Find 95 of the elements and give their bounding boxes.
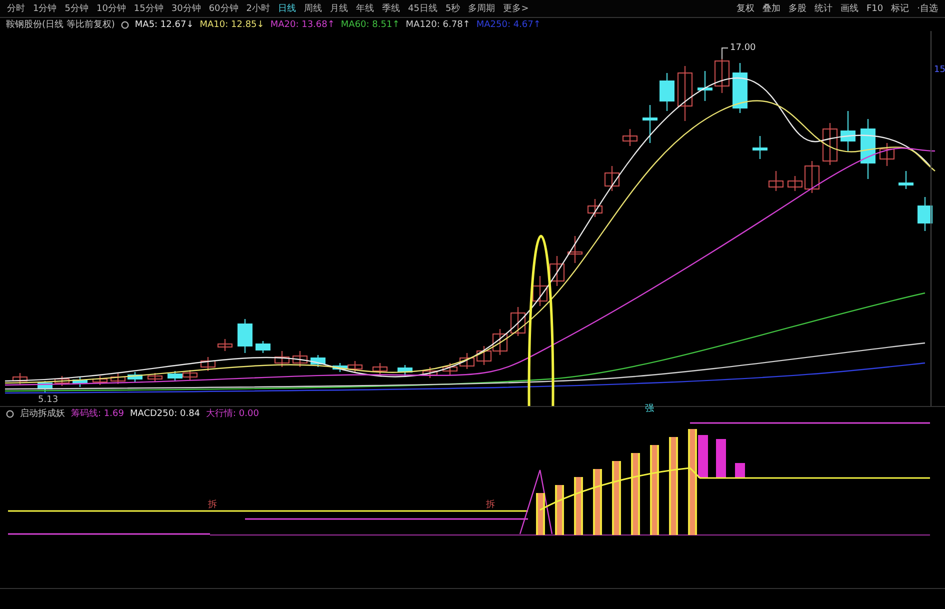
signal-label: 拆 xyxy=(486,498,495,511)
leader-line xyxy=(722,48,728,60)
candlestick xyxy=(38,380,52,394)
toolbar-button[interactable]: 叠加 xyxy=(759,2,784,15)
indicator-value: MACD250: 0.84 xyxy=(130,408,200,418)
candlestick xyxy=(604,166,620,192)
toolbar-button[interactable]: ·自选 xyxy=(914,2,941,15)
candlestick xyxy=(422,366,438,378)
indicator-value: 筹码线: 1.69 xyxy=(71,408,124,420)
candlestick xyxy=(768,170,784,192)
candlestick xyxy=(476,346,492,366)
period-tab[interactable]: 周线 xyxy=(301,2,326,15)
candlestick xyxy=(72,376,88,388)
candlestick xyxy=(460,352,474,370)
scale-label: 15 xyxy=(934,65,945,75)
candlestick xyxy=(256,340,270,354)
candlestick xyxy=(200,356,216,372)
candlestick xyxy=(274,350,290,368)
signal-label: 拆 xyxy=(208,498,217,511)
candlestick xyxy=(128,372,142,382)
candlestick xyxy=(588,198,602,218)
candlestick xyxy=(292,350,308,368)
candlestick xyxy=(492,328,508,356)
ma-value: MA20: 13.68↑ xyxy=(270,20,335,30)
period-tab[interactable]: 5秒 xyxy=(442,2,464,15)
candlestick xyxy=(348,360,362,374)
period-tab[interactable]: 分时 xyxy=(4,2,28,15)
candlestick xyxy=(788,176,802,192)
period-tab[interactable]: 日线 xyxy=(275,2,300,15)
settings-icon[interactable] xyxy=(6,410,14,418)
price-label: 5.13 xyxy=(38,395,58,405)
period-tab[interactable]: 多周期 xyxy=(465,2,498,15)
candlestick xyxy=(822,122,838,166)
ma-value: MA10: 12.85↓ xyxy=(200,20,264,30)
period-tab[interactable]: 45日线 xyxy=(405,2,440,15)
toolbar-button[interactable]: 多股 xyxy=(785,2,810,15)
candlestick xyxy=(840,110,856,152)
candlestick xyxy=(12,372,28,386)
candlestick xyxy=(732,62,748,114)
candlestick xyxy=(372,362,388,376)
candlestick xyxy=(898,170,914,190)
period-tab[interactable]: 10分钟 xyxy=(93,2,129,15)
toolbar-button[interactable]: F10 xyxy=(863,4,886,14)
candlestick xyxy=(642,104,658,144)
toolbar-button[interactable]: 标记 xyxy=(888,2,912,15)
candlestick xyxy=(532,276,548,306)
period-tab[interactable]: 更多> xyxy=(500,2,532,15)
candlestick xyxy=(218,338,232,352)
candlestick xyxy=(442,362,458,376)
settings-icon[interactable] xyxy=(120,20,129,28)
toolbar-button[interactable]: 统计 xyxy=(811,2,836,15)
period-tab[interactable]: 年线 xyxy=(353,2,378,15)
candlestick xyxy=(550,256,564,286)
candlestick xyxy=(804,160,820,194)
period-tab[interactable]: 15分钟 xyxy=(130,2,166,15)
candlestick xyxy=(238,318,252,354)
candlestick xyxy=(752,136,768,160)
candlestick xyxy=(182,370,198,380)
indicator-value: 大行情: 0.00 xyxy=(206,408,259,420)
indicator-title: 启动拆成妖 xyxy=(20,408,65,420)
toolbar-button[interactable]: 画线 xyxy=(837,2,862,15)
candlestick xyxy=(398,364,412,376)
candlestick xyxy=(92,376,108,386)
toolbar-button[interactable]: 复权 xyxy=(733,2,758,15)
signal-label: 强 xyxy=(645,402,654,415)
candlestick xyxy=(310,354,326,368)
candlestick xyxy=(698,70,712,102)
ma-value: MA60: 8.51↑ xyxy=(340,20,400,30)
candlestick xyxy=(110,372,126,384)
ma-value: MA250: 4.67↑ xyxy=(476,20,541,30)
period-tab[interactable]: 30分钟 xyxy=(168,2,204,15)
candlestick xyxy=(332,362,348,372)
candlestick xyxy=(54,376,70,386)
period-tab[interactable]: 2小时 xyxy=(243,2,274,15)
period-tab[interactable]: 60分钟 xyxy=(206,2,242,15)
candlestick xyxy=(622,128,638,146)
period-tab[interactable]: 季线 xyxy=(379,2,404,15)
period-tab[interactable]: 1分钟 xyxy=(30,2,60,15)
candlestick xyxy=(568,236,582,264)
price-label: 17.00 xyxy=(730,43,756,53)
candlestick xyxy=(678,66,692,122)
candlestick xyxy=(860,118,876,180)
candlestick xyxy=(714,58,730,94)
period-tab[interactable]: 5分钟 xyxy=(62,2,92,15)
candlestick xyxy=(510,306,526,336)
stock-title: 鞍钢股份(日线 等比前复权) xyxy=(6,18,115,31)
spike-line xyxy=(519,469,553,534)
ma-value: MA5: 12.67↓ xyxy=(134,20,194,30)
candlestick xyxy=(168,370,182,382)
period-tab[interactable]: 月线 xyxy=(327,2,352,15)
candlestick xyxy=(660,72,674,112)
candlestick xyxy=(918,196,932,232)
candlestick xyxy=(148,372,162,382)
ma-value: MA120: 6.78↑ xyxy=(406,20,470,30)
candlestick xyxy=(880,142,894,166)
